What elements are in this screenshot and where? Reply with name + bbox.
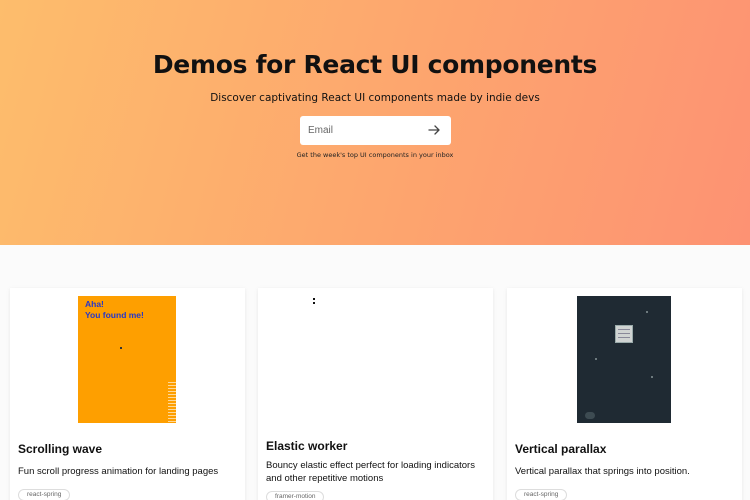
newsletter-note: Get the week's top UI components in your…: [296, 151, 454, 159]
page-title: Demos for React UI components: [152, 50, 598, 79]
card-preview[interactable]: Aha! You found me!: [78, 296, 176, 423]
email-input[interactable]: [300, 116, 418, 145]
parallax-blob: [585, 412, 595, 419]
card-description: Bouncy elastic effect perfect for loadin…: [266, 460, 475, 484]
card-title[interactable]: Vertical parallax: [515, 442, 606, 456]
card-preview[interactable]: [266, 296, 485, 420]
wave-progress-indicator: [168, 382, 176, 423]
preview-text: Aha! You found me!: [85, 299, 144, 320]
card-title[interactable]: Elastic worker: [266, 439, 347, 453]
library-tag[interactable]: react-spring: [515, 489, 568, 500]
star-dot: [595, 358, 597, 360]
library-tag[interactable]: framer-motion: [266, 491, 325, 500]
component-card-vertical-parallax[interactable]: Vertical parallax Vertical parallax that…: [507, 288, 742, 500]
component-card-scrolling-wave[interactable]: Aha! You found me! Scrolling wave Fun sc…: [10, 288, 245, 500]
card-description: Fun scroll progress animation for landin…: [18, 466, 219, 477]
arrow-right-icon[interactable]: [427, 123, 441, 137]
library-tag[interactable]: react-spring: [18, 489, 71, 500]
card-title[interactable]: Scrolling wave: [18, 442, 102, 456]
hero-subtitle: Discover captivating React UI components…: [210, 92, 540, 104]
card-preview[interactable]: [577, 296, 671, 423]
star-dot: [646, 311, 648, 313]
hero-section: Demos for React UI components Discover c…: [0, 0, 750, 245]
preview-dot: [120, 347, 122, 349]
component-card-elastic-worker[interactable]: Elastic worker Bouncy elastic effect per…: [258, 288, 493, 500]
star-dot: [651, 376, 653, 378]
elastic-dots-icon: [313, 298, 315, 304]
parallax-block: [615, 325, 633, 343]
card-description: Vertical parallax that springs into posi…: [515, 466, 690, 477]
newsletter-form: [300, 116, 451, 145]
